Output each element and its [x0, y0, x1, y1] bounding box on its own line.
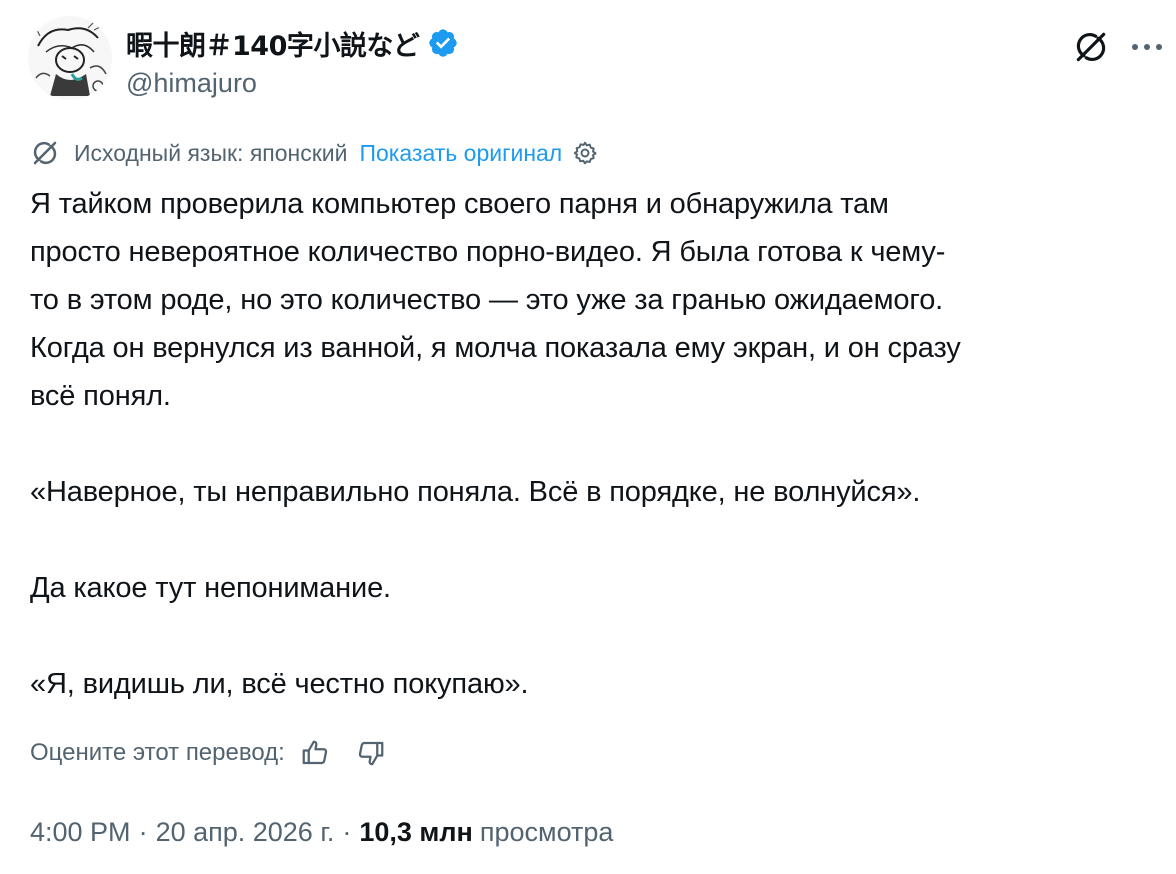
paragraph: «Я, видишь ли, всё честно покупаю». — [30, 668, 529, 700]
avatar[interactable] — [28, 16, 112, 100]
text-line: Когда он вернулся из ванной, я молча пок… — [30, 332, 961, 364]
translation-bar: Исходный язык: японский Показать оригина… — [30, 138, 600, 168]
paragraph: «Наверное, ты неправильно поняла. Всё в … — [30, 476, 921, 508]
show-original-link[interactable]: Показать оригинал — [359, 140, 562, 167]
thumbs-up-icon[interactable] — [295, 734, 335, 772]
author-names: 暇十朗＃140字小説など @himajuro — [126, 26, 459, 99]
thumbs-down-icon[interactable] — [351, 734, 391, 772]
views-count[interactable]: 10,3 млн — [359, 817, 472, 848]
sketch-avatar-icon — [28, 16, 112, 100]
more-icon[interactable] — [1126, 26, 1168, 68]
tweet-meta: 4:00 PM · 20 апр. 2026 г. · 10,3 млн про… — [30, 813, 613, 851]
text-line: просто невероятное количество порно-виде… — [30, 236, 946, 268]
header-actions — [1070, 26, 1168, 68]
tweet: 暇十朗＃140字小説など @himajuro Исходный язык: яп… — [0, 0, 1176, 874]
display-name-row: 暇十朗＃140字小説など — [126, 24, 459, 63]
text-line: то в этом роде, но это количество — это … — [30, 284, 944, 316]
rating-label: Оцените этот перевод: — [30, 739, 285, 766]
tweet-date[interactable]: 20 апр. 2026 г. — [156, 817, 335, 848]
text-line: всё понял. — [30, 380, 171, 412]
separator: · — [138, 816, 148, 847]
views-label: просмотра — [479, 816, 614, 847]
gear-icon[interactable] — [572, 139, 600, 167]
source-language: Исходный язык: японский — [74, 139, 348, 166]
author-handle[interactable]: @himajuro — [126, 68, 459, 99]
tweet-time[interactable]: 4:00 PM — [30, 817, 131, 848]
separator: · — [342, 816, 352, 847]
grok-translate-icon — [30, 138, 64, 168]
paragraph: Да какое тут непонимание. — [30, 572, 391, 604]
translation-rating: Оцените этот перевод: — [30, 734, 391, 772]
verified-badge-icon[interactable] — [427, 27, 459, 59]
tweet-text: Я тайком проверила компьютер своего парн… — [30, 180, 1150, 708]
text-line: Я тайком проверила компьютер своего парн… — [30, 188, 889, 220]
display-name[interactable]: 暇十朗＃140字小説など — [126, 24, 420, 63]
tweet-header: 暇十朗＃140字小説など @himajuro — [28, 16, 1168, 108]
grok-icon[interactable] — [1070, 26, 1112, 68]
